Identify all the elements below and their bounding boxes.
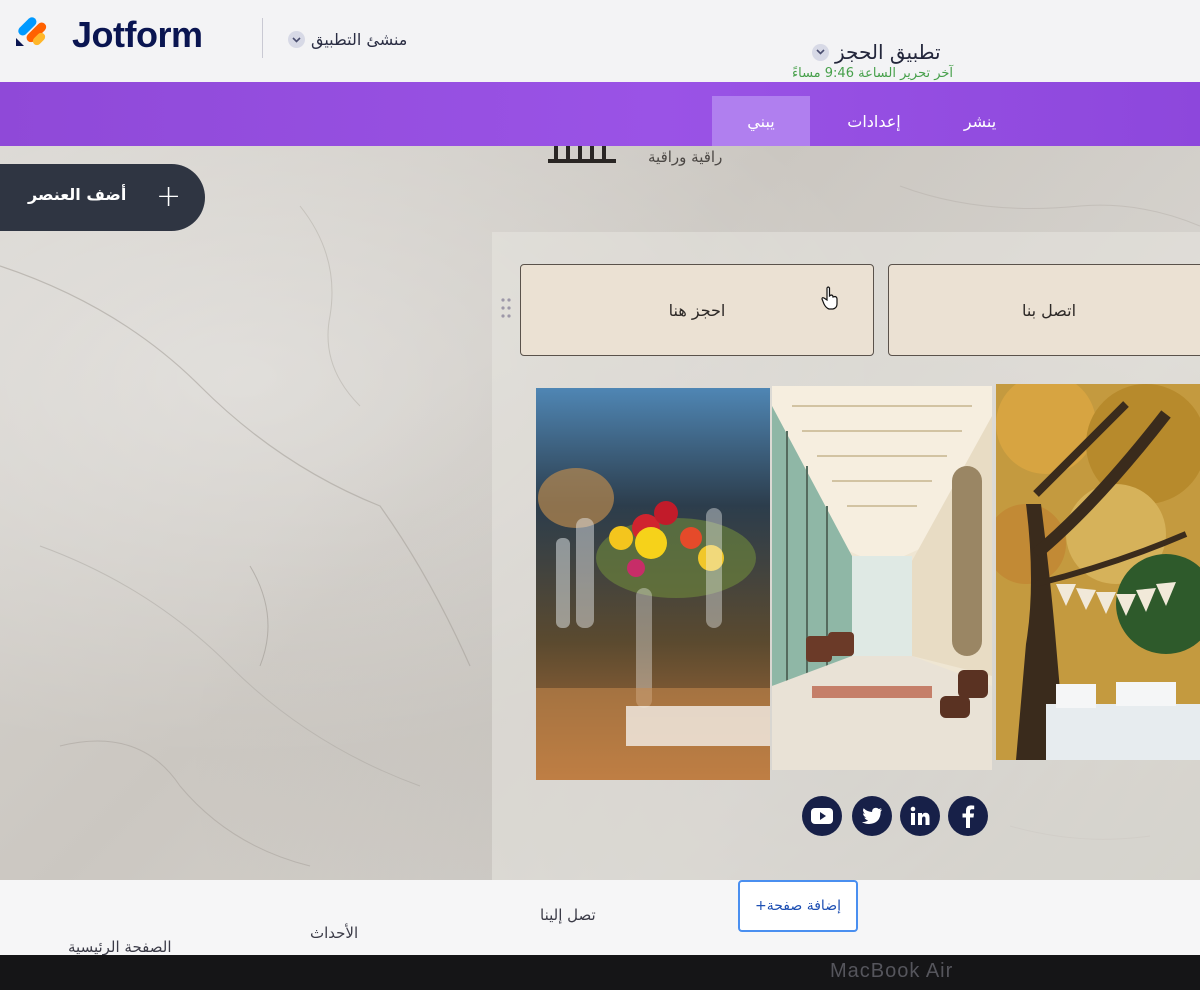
hand-cursor-icon [821,286,838,310]
garden-tree-photo [996,384,1200,760]
tab-build[interactable]: يبني [712,96,810,146]
header-divider [262,18,263,58]
tab-publish[interactable]: ينشر [930,96,1030,146]
top-header: Jotform منشئ التطبيق تطبيق الحجز آخر تحر… [0,0,1200,83]
tab-settings[interactable]: إعدادات [822,96,926,146]
app-builder-dropdown[interactable]: منشئ التطبيق [288,30,407,49]
add-element-label: أضف العنصر [28,185,127,204]
jotform-logo-icon [16,17,47,46]
laptop-bezel [0,955,1200,990]
builder-nav: يبني إعدادات ينشر [0,82,1200,146]
app-builder-screen: Jotform منشئ التطبيق تطبيق الحجز آخر تحر… [0,0,1200,990]
contact-us-button[interactable]: اتصل بنا [888,264,1200,356]
book-here-button[interactable]: احجز هنا [520,264,874,356]
chevron-down-icon [812,43,829,61]
chevron-down-icon [288,31,305,48]
drag-handle-icon[interactable] [500,296,512,320]
app-builder-label: منشئ التطبيق [311,30,408,49]
page-tab-home[interactable]: الصفحة الرئيسية [68,938,172,956]
hall-corridor-photo [772,386,992,770]
add-page-button[interactable]: إضافة صفحة+ [738,880,858,932]
linkedin-icon[interactable] [900,796,940,836]
device-label: MacBook Air [830,960,954,982]
page-tab-events[interactable]: الأحداث [310,924,358,942]
venue-logo-icon [548,146,616,163]
youtube-icon[interactable] [802,796,842,836]
app-title-dropdown[interactable]: تطبيق الحجز [812,40,941,64]
app-title: تطبيق الحجز [835,40,941,64]
app-canvas: راقية وراقية + أضف العنصر احجز هنا اتصل … [0,146,1200,916]
twitter-icon[interactable] [852,796,892,836]
page-tab-contact[interactable]: تصل إلينا [540,906,596,924]
facebook-icon[interactable] [948,796,988,836]
venue-tagline: راقية وراقية [648,148,723,166]
add-element-button[interactable]: + أضف العنصر [0,164,205,231]
plus-icon: + [156,179,182,214]
brand-name: Jotform [72,14,203,55]
last-edited-status: آخر تحرير الساعة 9:46 مساءً [792,66,954,81]
table-flowers-photo [536,388,770,780]
